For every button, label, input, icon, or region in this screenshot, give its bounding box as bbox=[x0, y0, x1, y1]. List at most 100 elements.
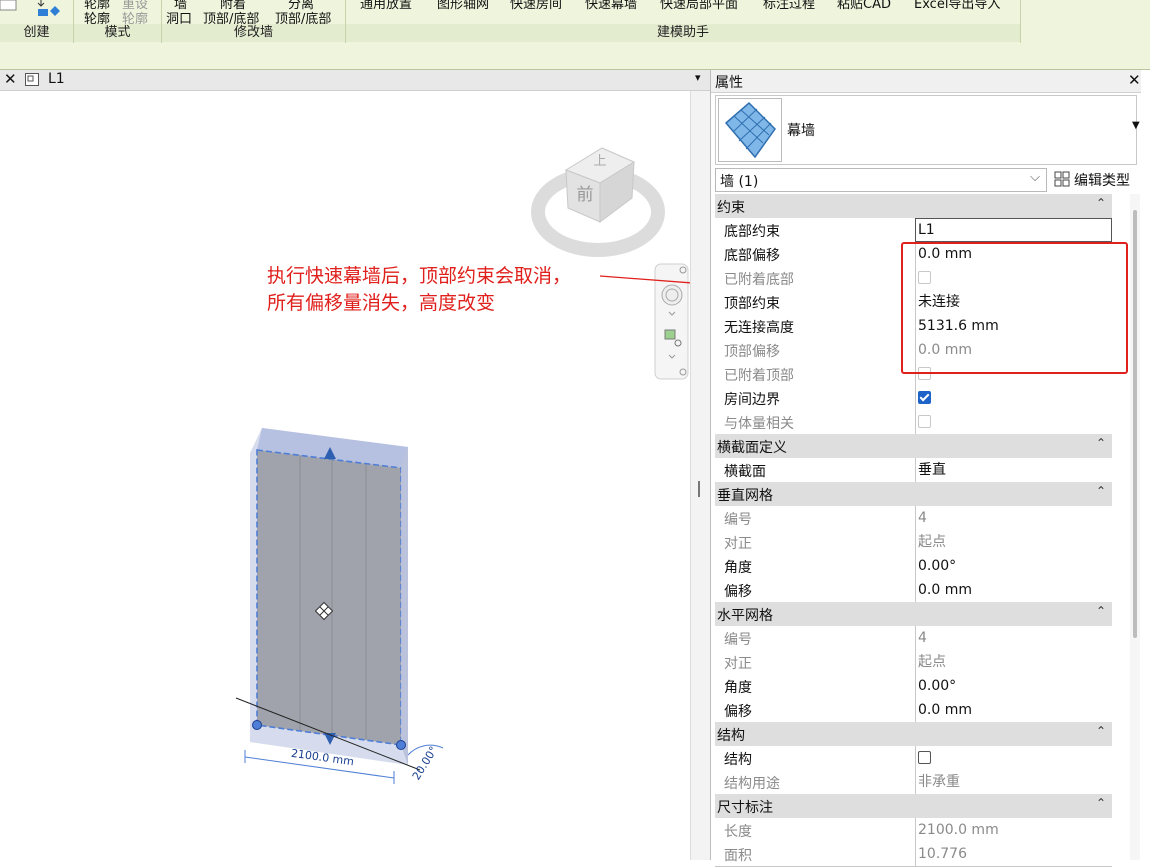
property-label: 与体量相关 bbox=[724, 416, 794, 432]
property-label: 顶部约束 bbox=[724, 296, 780, 312]
curtain-wall-type-icon bbox=[724, 101, 776, 159]
type-selector[interactable]: 幕墙 ▼ bbox=[715, 95, 1140, 165]
property-value: 10.776 bbox=[915, 842, 1115, 866]
instance-selector[interactable]: 墙 (1) ⌵ bbox=[715, 168, 1047, 192]
property-label: 偏移 bbox=[724, 704, 752, 720]
property-value[interactable] bbox=[915, 386, 1115, 410]
viewport-splitter[interactable] bbox=[690, 91, 711, 860]
collapse-icon[interactable]: ⌃ bbox=[1096, 724, 1106, 738]
section-header-label: 横截面定义 bbox=[717, 440, 787, 456]
property-label: 已附着顶部 bbox=[724, 368, 794, 384]
ribbon-quick-curtain-wall[interactable]: 快速幕墙 bbox=[585, 0, 637, 12]
3d-viewport[interactable]: 上 前 2100.0 mm 20.00° 执行快速幕墙后，顶部约束会取消， 所有… bbox=[0, 91, 690, 860]
properties-title: 属性 bbox=[715, 75, 743, 91]
property-row[interactable]: 对正 起点 bbox=[715, 650, 1112, 675]
view-tab-bar: ✕ L1 ▾ bbox=[0, 70, 710, 91]
property-row[interactable]: 偏移 0.0 mm bbox=[715, 698, 1112, 723]
type-thumbnail bbox=[718, 98, 782, 162]
collapse-icon[interactable]: ⌃ bbox=[1096, 436, 1106, 450]
ribbon-icon-shapes[interactable] bbox=[35, 0, 65, 20]
property-value: 4 bbox=[915, 626, 1115, 650]
section-header-label: 垂直网格 bbox=[717, 488, 773, 504]
annotation-line-1: 执行快速幕墙后，顶部约束会取消， bbox=[267, 265, 572, 287]
property-row[interactable]: 与体量相关 bbox=[715, 410, 1112, 435]
properties-panel: 属性 ✕ 幕墙 ▼ 墙 (1) ⌵ 编辑类型 约束 ⌃ 底部约束 L1 底部偏移 0.0 … bbox=[710, 70, 1141, 867]
type-name: 幕墙 bbox=[787, 123, 815, 139]
view-menu-icon[interactable]: ▾ bbox=[695, 71, 701, 84]
property-row[interactable]: 结构 bbox=[715, 746, 1112, 771]
property-row[interactable]: 房间边界 bbox=[715, 386, 1112, 411]
property-value: 4 bbox=[915, 506, 1115, 530]
property-checkbox[interactable] bbox=[918, 750, 931, 764]
collapse-icon[interactable]: ⌃ bbox=[1096, 484, 1106, 498]
property-row[interactable]: 结构用途 非承重 bbox=[715, 770, 1112, 795]
section-header[interactable]: 垂直网格 ⌃ bbox=[715, 482, 1112, 507]
ribbon-excel-io[interactable]: Excel导出导入 bbox=[914, 0, 1000, 12]
properties-close-icon[interactable]: ✕ bbox=[1128, 71, 1141, 89]
section-header[interactable]: 水平网格 ⌃ bbox=[715, 602, 1112, 627]
ribbon-grid[interactable]: 图形轴网 bbox=[437, 0, 489, 12]
viewcube-top-label: 上 bbox=[593, 154, 606, 169]
ribbon-annotation-process[interactable]: 标注过程 bbox=[763, 0, 815, 12]
property-label: 编号 bbox=[724, 512, 752, 528]
property-row[interactable]: 面积 10.776 bbox=[715, 842, 1112, 867]
property-value[interactable]: 垂直 bbox=[915, 458, 1115, 482]
annotation-text: 执行快速幕墙后，顶部约束会取消， 所有偏移量消失，高度改变 bbox=[267, 263, 571, 317]
property-label: 已附着底部 bbox=[724, 272, 794, 288]
property-row[interactable]: 编号 4 bbox=[715, 626, 1112, 651]
property-value[interactable]: 0.0 mm bbox=[915, 578, 1115, 602]
property-value-input[interactable]: L1 bbox=[915, 218, 1112, 242]
ribbon-paste-cad[interactable]: 粘贴CAD bbox=[837, 0, 891, 12]
ribbon-quick-room[interactable]: 快速房间 bbox=[510, 0, 562, 12]
section-header[interactable]: 尺寸标注 ⌃ bbox=[715, 794, 1112, 819]
section-header[interactable]: 横截面定义 ⌃ bbox=[715, 434, 1112, 459]
property-value[interactable]: 0.0 mm bbox=[915, 698, 1115, 722]
property-row[interactable]: 角度 0.00° bbox=[715, 674, 1112, 699]
close-view-icon[interactable]: ✕ bbox=[4, 70, 17, 88]
highlight-box bbox=[901, 242, 1128, 374]
properties-scrollbar[interactable] bbox=[1130, 194, 1140, 860]
group-label-modify-wall: 修改墙 bbox=[162, 24, 345, 42]
collapse-icon[interactable]: ⌃ bbox=[1096, 796, 1106, 810]
property-checkbox bbox=[918, 414, 931, 428]
property-row[interactable]: 偏移 0.0 mm bbox=[715, 578, 1112, 603]
viewport-canvas: 上 前 2100.0 mm 20.00° bbox=[235, 147, 690, 784]
create-icon bbox=[0, 0, 17, 11]
group-label-mode: 模式 bbox=[74, 24, 161, 42]
view-tab-label[interactable]: L1 bbox=[48, 71, 65, 87]
section-header[interactable]: 结构 ⌃ bbox=[715, 722, 1112, 747]
group-label-create: 创建 bbox=[0, 24, 73, 42]
property-row[interactable]: 对正 起点 bbox=[715, 530, 1112, 555]
property-value[interactable]: 0.00° bbox=[915, 554, 1115, 578]
ribbon-icon-create[interactable] bbox=[0, 0, 30, 20]
property-checkbox[interactable] bbox=[918, 390, 931, 404]
section-header[interactable]: 约束 ⌃ bbox=[715, 194, 1112, 219]
ribbon-quick-local-plan[interactable]: 快速局部平面 bbox=[660, 0, 738, 12]
curtain-wall-model[interactable]: 2100.0 mm 20.00° bbox=[235, 428, 444, 784]
ribbon-general-place[interactable]: 通用放置 bbox=[360, 0, 412, 12]
edit-type-button[interactable]: 编辑类型 bbox=[1052, 168, 1138, 190]
collapse-icon[interactable]: ⌃ bbox=[1096, 604, 1106, 618]
property-row[interactable]: 编号 4 bbox=[715, 506, 1112, 531]
property-value: 非承重 bbox=[915, 770, 1115, 794]
splitter-grip[interactable] bbox=[698, 481, 700, 497]
property-row[interactable]: 横截面 垂直 bbox=[715, 458, 1112, 483]
collapse-icon[interactable]: ⌃ bbox=[1096, 196, 1106, 210]
property-row[interactable]: 角度 0.00° bbox=[715, 554, 1112, 579]
property-value[interactable]: 0.00° bbox=[915, 674, 1115, 698]
view-plan-icon bbox=[25, 73, 39, 86]
group-label-helper: 建模助手 bbox=[346, 24, 1020, 42]
property-row[interactable]: 底部约束 L1 bbox=[715, 218, 1112, 243]
chevron-down-icon: ⌵ bbox=[1030, 170, 1040, 185]
property-label: 无连接高度 bbox=[724, 320, 794, 336]
viewcube[interactable]: 上 前 bbox=[531, 147, 665, 257]
property-value-text: L1 bbox=[918, 222, 935, 238]
property-value[interactable] bbox=[915, 746, 1115, 770]
properties-title-bar: 属性 ✕ bbox=[711, 70, 1141, 93]
type-dropdown-icon[interactable]: ▼ bbox=[1132, 120, 1140, 131]
property-label: 角度 bbox=[724, 560, 752, 576]
instance-selector-value: 墙 (1) bbox=[720, 174, 759, 190]
properties-scroll-thumb[interactable] bbox=[1133, 210, 1137, 638]
property-row[interactable]: 长度 2100.0 mm bbox=[715, 818, 1112, 843]
property-label: 底部约束 bbox=[724, 224, 780, 240]
